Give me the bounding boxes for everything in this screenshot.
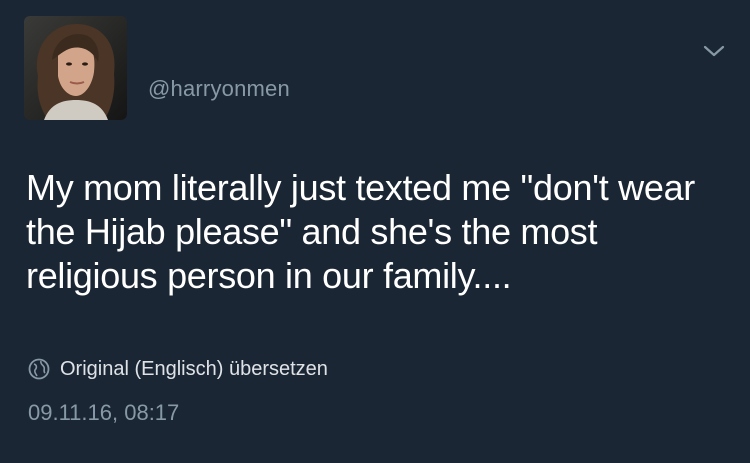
avatar[interactable] (24, 16, 127, 120)
translate-label: Original (Englisch) übersetzen (60, 357, 328, 380)
tweet-text: My mom literally just texted me "don't w… (26, 167, 695, 296)
globe-icon (28, 358, 50, 380)
user-handle[interactable]: @harryonmen (148, 76, 290, 102)
avatar-image (24, 16, 127, 120)
chevron-down-icon[interactable] (702, 42, 726, 60)
tweet-card: @harryonmen My mom literally just texted… (0, 0, 750, 463)
timestamp: 09.11.16, 08:17 (28, 400, 180, 425)
translate-link[interactable]: Original (Englisch) übersetzen (28, 356, 328, 382)
